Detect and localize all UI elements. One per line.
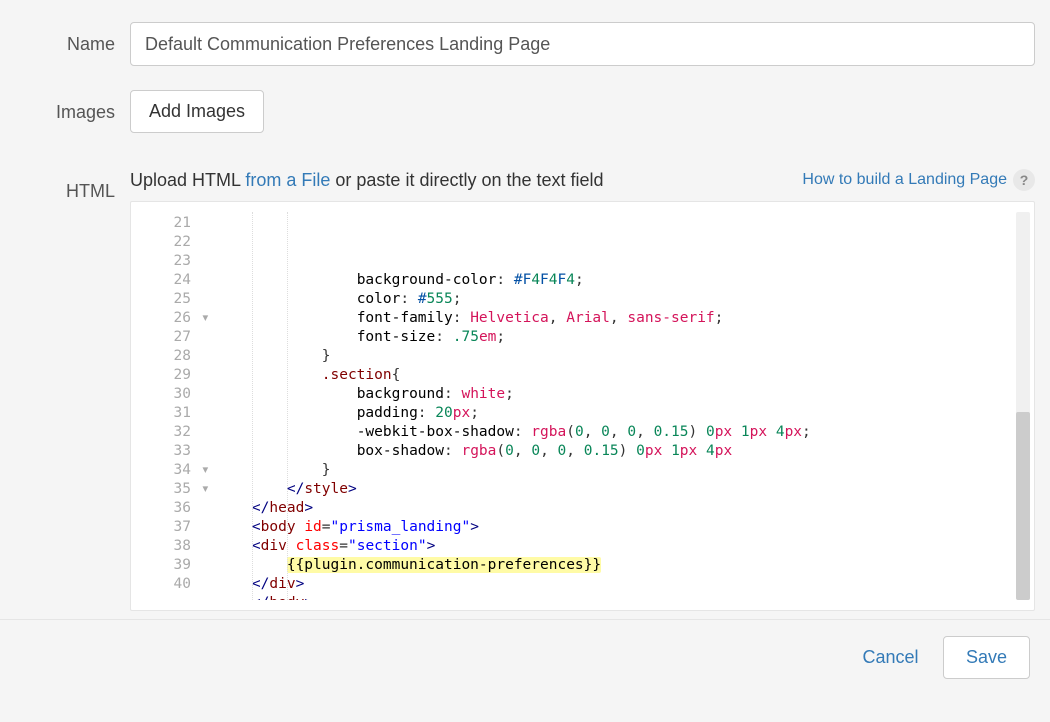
name-input[interactable] [130,22,1035,66]
save-button[interactable]: Save [943,636,1030,679]
help-landing-page-link[interactable]: How to build a Landing Page ? [802,169,1035,191]
html-label: HTML [15,169,130,202]
name-label: Name [15,22,130,55]
help-link-text: How to build a Landing Page [802,171,1007,189]
footer: Cancel Save [0,619,1050,695]
editor-code-area[interactable]: background-color: #F4F4F4; color: #555; … [217,212,1034,600]
editor-fold-gutter: ▾▾▾ [201,212,217,600]
upload-suffix: or paste it directly on the text field [330,170,603,190]
help-icon[interactable]: ? [1013,169,1035,191]
upload-prefix: Upload HTML [130,170,245,190]
add-images-button[interactable]: Add Images [130,90,264,133]
editor-scrollbar[interactable] [1016,212,1030,600]
editor-gutter: 2122232425262728293031323334353637383940 [131,212,201,600]
editor-scrollbar-thumb[interactable] [1016,412,1030,600]
images-label: Images [15,90,130,123]
upload-from-file-link[interactable]: from a File [245,170,330,190]
cancel-button[interactable]: Cancel [848,637,932,678]
upload-html-text: Upload HTML from a File or paste it dire… [130,170,604,191]
html-code-editor[interactable]: 2122232425262728293031323334353637383940… [130,201,1035,611]
